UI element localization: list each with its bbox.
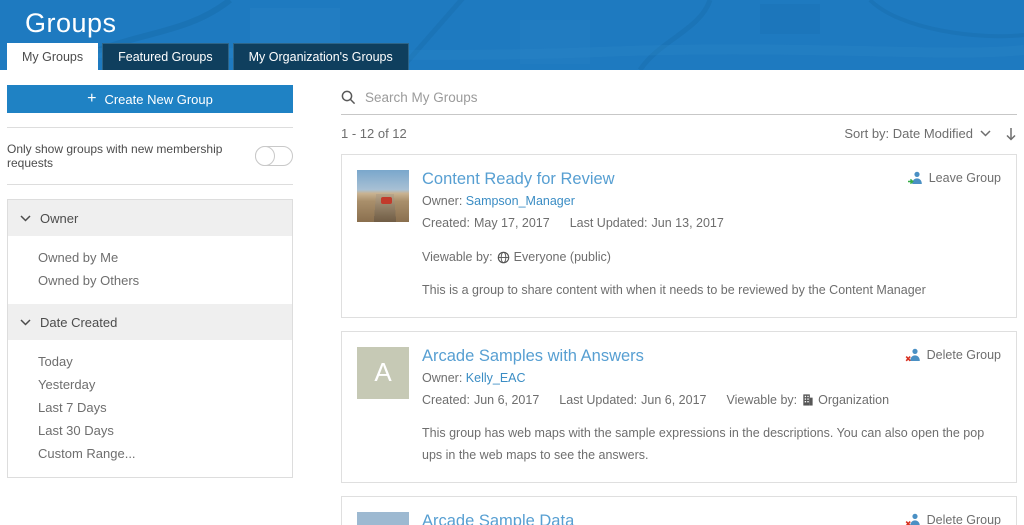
created-label: Created: bbox=[422, 393, 470, 407]
page-header: Groups My Groups Featured Groups My Orga… bbox=[0, 0, 1024, 70]
owner-link[interactable]: Kelly_EAC bbox=[466, 371, 526, 385]
search-icon bbox=[341, 90, 356, 105]
sort-direction-button[interactable] bbox=[1005, 127, 1017, 141]
delete-group-button[interactable]: Delete Group bbox=[905, 512, 1001, 525]
group-thumbnail[interactable] bbox=[357, 170, 409, 222]
filter-section-owner[interactable]: Owner bbox=[8, 200, 292, 236]
filter-custom-range[interactable]: Custom Range... bbox=[38, 442, 292, 465]
delete-group-label: Delete Group bbox=[927, 348, 1001, 362]
date-created-filter-list: Today Yesterday Last 7 Days Last 30 Days… bbox=[8, 340, 292, 477]
owner-filter-list: Owned by Me Owned by Others bbox=[8, 236, 292, 304]
group-description: This is a group to share content with wh… bbox=[422, 280, 1001, 302]
leave-group-label: Leave Group bbox=[929, 171, 1001, 185]
create-new-group-button[interactable]: + Create New Group bbox=[7, 85, 293, 113]
group-description: This group has web maps with the sample … bbox=[422, 423, 1001, 467]
page-title: Groups bbox=[0, 0, 1024, 39]
filter-owned-by-others[interactable]: Owned by Others bbox=[38, 269, 292, 292]
owner-link[interactable]: Sampson_Manager bbox=[466, 194, 575, 208]
delete-group-icon bbox=[905, 512, 921, 525]
toggle-knob bbox=[255, 146, 275, 166]
building-icon bbox=[801, 393, 814, 406]
tab-featured-groups[interactable]: Featured Groups bbox=[102, 43, 229, 70]
group-title-link[interactable]: Content Ready for Review bbox=[422, 170, 615, 189]
chevron-down-icon bbox=[20, 319, 31, 326]
viewable-label: Viewable by: bbox=[422, 250, 493, 264]
search-bar bbox=[341, 90, 1017, 115]
updated-label: Last Updated: bbox=[570, 216, 648, 230]
filter-section-title: Owner bbox=[40, 211, 78, 226]
divider bbox=[7, 184, 293, 185]
group-card: A Arcade Sample Data Owner: Kelly_EAC Cr… bbox=[341, 496, 1017, 525]
updated-label: Last Updated: bbox=[559, 393, 637, 407]
tab-my-organizations-groups[interactable]: My Organization's Groups bbox=[233, 43, 409, 70]
delete-group-icon bbox=[905, 347, 921, 363]
divider bbox=[7, 127, 293, 128]
tab-bar: My Groups Featured Groups My Organizatio… bbox=[7, 43, 409, 70]
group-card: Content Ready for Review Owner: Sampson_… bbox=[341, 154, 1017, 318]
search-input[interactable] bbox=[365, 90, 1017, 105]
chevron-down-icon bbox=[20, 215, 31, 222]
leave-group-icon bbox=[907, 170, 923, 186]
viewable-value: Organization bbox=[818, 393, 889, 407]
filter-yesterday[interactable]: Yesterday bbox=[38, 373, 292, 396]
page-content: + Create New Group Only show groups with… bbox=[0, 70, 1024, 525]
sidebar: + Create New Group Only show groups with… bbox=[7, 85, 293, 525]
owner-label: Owner: bbox=[422, 371, 462, 385]
thumbnail-car bbox=[381, 197, 392, 204]
plus-icon: + bbox=[87, 91, 96, 107]
group-title-link[interactable]: Arcade Sample Data bbox=[422, 512, 574, 525]
group-card-list: Content Ready for Review Owner: Sampson_… bbox=[341, 154, 1017, 525]
globe-icon bbox=[497, 251, 510, 264]
tab-my-groups[interactable]: My Groups bbox=[7, 43, 98, 70]
create-new-group-label: Create New Group bbox=[104, 92, 212, 107]
results-header: 1 - 12 of 12 Sort by: Date Modified bbox=[341, 126, 1017, 141]
group-thumbnail[interactable]: A bbox=[357, 347, 409, 399]
result-count: 1 - 12 of 12 bbox=[341, 126, 407, 141]
filter-last-7-days[interactable]: Last 7 Days bbox=[38, 396, 292, 419]
filter-last-30-days[interactable]: Last 30 Days bbox=[38, 419, 292, 442]
viewable-label: Viewable by: bbox=[726, 393, 797, 407]
created-value: May 17, 2017 bbox=[474, 216, 550, 230]
updated-value: Jun 6, 2017 bbox=[641, 393, 706, 407]
main-panel: 1 - 12 of 12 Sort by: Date Modified bbox=[341, 85, 1017, 525]
filter-panel: Owner Owned by Me Owned by Others Date C… bbox=[7, 199, 293, 478]
membership-requests-label: Only show groups with new membership req… bbox=[7, 142, 247, 170]
filter-today[interactable]: Today bbox=[38, 350, 292, 373]
membership-requests-toggle[interactable] bbox=[255, 146, 293, 166]
filter-section-date-created[interactable]: Date Created bbox=[8, 304, 292, 340]
filter-section-title: Date Created bbox=[40, 315, 117, 330]
group-thumbnail[interactable]: A bbox=[357, 512, 409, 525]
arrow-down-icon bbox=[1005, 127, 1017, 141]
delete-group-label: Delete Group bbox=[927, 513, 1001, 525]
chevron-down-icon bbox=[980, 130, 991, 137]
sort-by-dropdown[interactable]: Sort by: Date Modified bbox=[844, 126, 991, 141]
updated-value: Jun 13, 2017 bbox=[652, 216, 724, 230]
created-label: Created: bbox=[422, 216, 470, 230]
delete-group-button[interactable]: Delete Group bbox=[905, 347, 1001, 363]
leave-group-button[interactable]: Leave Group bbox=[907, 170, 1001, 186]
group-card: A Arcade Samples with Answers Owner: Kel… bbox=[341, 331, 1017, 483]
membership-requests-filter: Only show groups with new membership req… bbox=[7, 142, 293, 170]
sort-by-label: Sort by: Date Modified bbox=[844, 126, 973, 141]
created-value: Jun 6, 2017 bbox=[474, 393, 539, 407]
owner-label: Owner: bbox=[422, 194, 462, 208]
filter-owned-by-me[interactable]: Owned by Me bbox=[38, 246, 292, 269]
group-title-link[interactable]: Arcade Samples with Answers bbox=[422, 347, 644, 366]
viewable-value: Everyone (public) bbox=[514, 250, 611, 264]
